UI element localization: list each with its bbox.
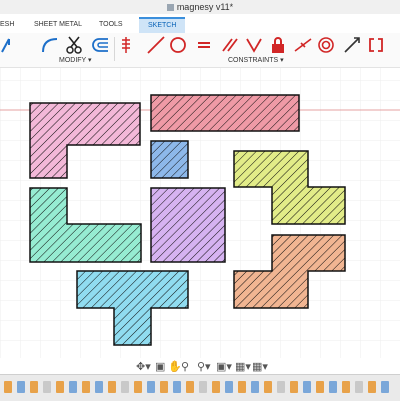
grid-icon[interactable]: ▦▾ bbox=[235, 360, 251, 373]
timeline-feature-icon[interactable] bbox=[69, 381, 77, 393]
timeline-feature-icon[interactable] bbox=[199, 381, 207, 393]
timeline-feature-icon[interactable] bbox=[342, 381, 350, 393]
pan-icon[interactable]: ✋ bbox=[168, 360, 182, 373]
tab-sketch[interactable]: SKETCH bbox=[139, 17, 186, 33]
tab-mesh[interactable]: ESH bbox=[0, 17, 14, 33]
timeline-feature-icon[interactable] bbox=[43, 381, 51, 393]
navigation-bar: ✥▾ ▣ ✋ ⚲ ⚲▾ ▣▾ ▦▾ ▦▾ bbox=[0, 358, 400, 374]
blue-square[interactable] bbox=[150, 140, 189, 179]
scissors-icon[interactable] bbox=[64, 35, 84, 55]
constraints-menu[interactable]: CONSTRAINTS ▾ bbox=[228, 56, 284, 64]
offset-icon[interactable] bbox=[90, 35, 110, 55]
timeline-feature-icon[interactable] bbox=[368, 381, 376, 393]
timeline-feature-icon[interactable] bbox=[30, 381, 38, 393]
timeline-feature-icon[interactable] bbox=[173, 381, 181, 393]
look-at-icon[interactable]: ▣ bbox=[155, 360, 165, 373]
timeline-feature-icon[interactable] bbox=[4, 381, 12, 393]
midpoint-icon[interactable] bbox=[293, 35, 313, 55]
timeline-feature-icon[interactable] bbox=[121, 381, 129, 393]
modify-menu[interactable]: MODIFY ▾ bbox=[59, 56, 92, 64]
line-icon[interactable] bbox=[0, 35, 20, 55]
sketch-canvas[interactable] bbox=[0, 68, 400, 358]
display-settings-icon[interactable]: ▣▾ bbox=[216, 360, 232, 373]
timeline-feature-icon[interactable] bbox=[134, 381, 142, 393]
timeline-feature-icon[interactable] bbox=[381, 381, 389, 393]
timeline-feature-icon[interactable] bbox=[108, 381, 116, 393]
toolbar-separator bbox=[114, 37, 115, 61]
title-bar: magnesy v11* bbox=[0, 0, 400, 14]
document-icon bbox=[166, 4, 174, 11]
timeline-feature-icon[interactable] bbox=[290, 381, 298, 393]
timeline-feature-icon[interactable] bbox=[329, 381, 337, 393]
perpendicular-icon[interactable] bbox=[244, 35, 264, 55]
document-title: magnesy v11* bbox=[176, 2, 234, 12]
timeline-feature-icon[interactable] bbox=[277, 381, 285, 393]
tab-sheet-metal[interactable]: SHEET METAL bbox=[34, 17, 82, 33]
timeline-feature-icon[interactable] bbox=[95, 381, 103, 393]
orbit-icon[interactable]: ✥▾ bbox=[136, 360, 151, 373]
equal-icon[interactable] bbox=[194, 35, 214, 55]
zoom-icon[interactable]: ⚲ bbox=[181, 360, 189, 373]
symmetric-icon[interactable] bbox=[342, 35, 362, 55]
timeline-feature-icon[interactable] bbox=[225, 381, 233, 393]
red-bar[interactable] bbox=[150, 94, 300, 132]
pattern-icon[interactable] bbox=[120, 35, 140, 55]
timeline-feature-icon[interactable] bbox=[238, 381, 246, 393]
sketch-toolbar: MODIFY ▾ CONSTRAINTS ▾ bbox=[0, 33, 400, 68]
timeline-feature-icon[interactable] bbox=[186, 381, 194, 393]
fix-icon[interactable] bbox=[366, 35, 386, 55]
timeline-feature-icon[interactable] bbox=[56, 381, 64, 393]
timeline-feature-icon[interactable] bbox=[316, 381, 324, 393]
lock-icon[interactable] bbox=[268, 35, 288, 55]
timeline-feature-icon[interactable] bbox=[264, 381, 272, 393]
parallel-icon[interactable] bbox=[220, 35, 240, 55]
timeline-feature-icon[interactable] bbox=[160, 381, 168, 393]
tab-tools[interactable]: TOOLS bbox=[99, 17, 123, 33]
tangent-icon[interactable] bbox=[146, 35, 166, 55]
timeline-feature-icon[interactable] bbox=[303, 381, 311, 393]
timeline-feature-icon[interactable] bbox=[82, 381, 90, 393]
timeline bbox=[0, 374, 400, 401]
purple-square[interactable] bbox=[150, 187, 226, 263]
circle-icon[interactable] bbox=[168, 35, 188, 55]
arc-icon[interactable] bbox=[40, 35, 60, 55]
zoom-window-icon[interactable]: ⚲▾ bbox=[197, 360, 211, 373]
timeline-feature-icon[interactable] bbox=[355, 381, 363, 393]
timeline-feature-icon[interactable] bbox=[212, 381, 220, 393]
workspace-tabs: ESH SHEET METAL TOOLS SKETCH bbox=[0, 17, 400, 33]
timeline-feature-icon[interactable] bbox=[251, 381, 259, 393]
timeline-feature-icon[interactable] bbox=[147, 381, 155, 393]
concentric-icon[interactable] bbox=[316, 35, 336, 55]
viewports-icon[interactable]: ▦▾ bbox=[252, 360, 268, 373]
timeline-feature-icon[interactable] bbox=[17, 381, 25, 393]
